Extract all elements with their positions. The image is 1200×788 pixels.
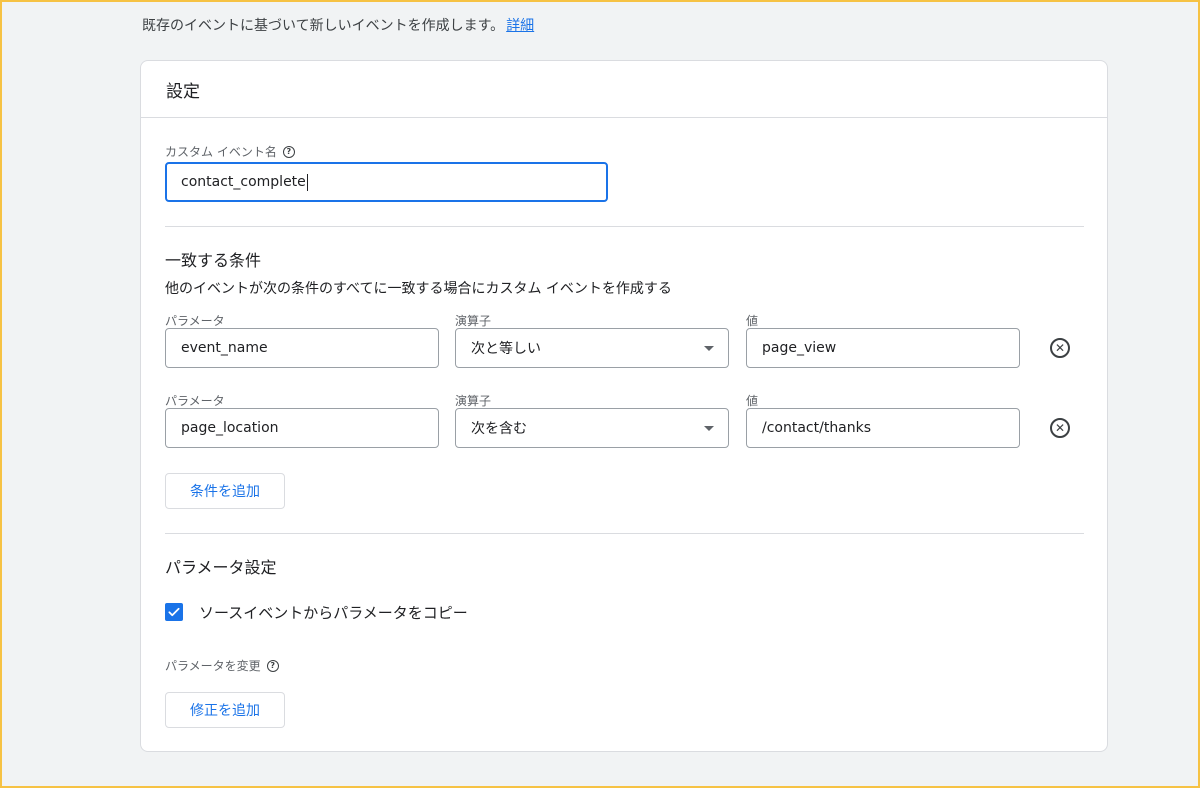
- operator-select-1[interactable]: 次と等しい: [455, 328, 729, 368]
- copy-parameters-label[interactable]: ソースイベントからパラメータをコピー: [199, 602, 468, 623]
- parameter-value-2: page_location: [181, 420, 279, 436]
- value-value-1: page_view: [762, 340, 837, 356]
- value-input-1[interactable]: page_view: [746, 328, 1020, 368]
- parameter-input-2[interactable]: page_location: [165, 408, 439, 448]
- parameter-settings-title: パラメータ設定: [165, 558, 277, 577]
- add-condition-button[interactable]: 条件を追加: [165, 473, 285, 509]
- text-caret: [306, 173, 308, 191]
- parameter-value-1: event_name: [181, 340, 268, 356]
- learn-more-link[interactable]: 詳細: [506, 18, 534, 34]
- operator-label-2: 演算子: [455, 394, 492, 408]
- operator-label-1: 演算子: [455, 314, 492, 328]
- parameter-label-1: パラメータ: [165, 314, 225, 328]
- intro-text: 既存のイベントに基づいて新しいイベントを作成します。 詳細: [142, 15, 534, 35]
- custom-event-name-label: カスタム イベント名 ?: [165, 143, 295, 160]
- modify-parameters-label-text: パラメータを変更: [165, 659, 261, 673]
- settings-card: 設定 カスタム イベント名 ? contact_complete 一致する条件 …: [140, 60, 1108, 752]
- remove-condition-button-2[interactable]: ✕: [1050, 418, 1070, 438]
- copy-parameters-checkbox[interactable]: [165, 603, 183, 621]
- add-modification-button[interactable]: 修正を追加: [165, 692, 285, 728]
- remove-circle-icon: ✕: [1054, 341, 1066, 355]
- parameter-label-2: パラメータ: [165, 394, 225, 408]
- conditions-description: 他のイベントが次の条件のすべてに一致する場合にカスタム イベントを作成する: [165, 281, 672, 297]
- help-circle-icon[interactable]: ?: [282, 145, 295, 158]
- remove-condition-button-1[interactable]: ✕: [1050, 338, 1070, 358]
- conditions-title: 一致する条件: [165, 251, 262, 270]
- value-label-1: 値: [746, 314, 759, 328]
- custom-event-name-label-text: カスタム イベント名: [165, 145, 277, 159]
- card-header: 設定: [141, 61, 1107, 118]
- custom-event-name-input[interactable]: contact_complete: [165, 162, 608, 202]
- dropdown-arrow-icon: [704, 426, 714, 431]
- card-title: 設定: [166, 81, 200, 102]
- value-label-2: 値: [746, 394, 759, 408]
- parameter-input-1[interactable]: event_name: [165, 328, 439, 368]
- operator-select-2[interactable]: 次を含む: [455, 408, 729, 448]
- operator-value-2: 次を含む: [471, 421, 527, 437]
- value-input-2[interactable]: /contact/thanks: [746, 408, 1020, 448]
- operator-value-1: 次と等しい: [471, 341, 541, 357]
- remove-circle-icon: ✕: [1054, 421, 1066, 435]
- intro-description: 既存のイベントに基づいて新しいイベントを作成します。: [142, 18, 505, 34]
- modify-parameters-label: パラメータを変更 ?: [165, 657, 279, 674]
- check-icon: [168, 607, 180, 617]
- dropdown-arrow-icon: [704, 346, 714, 351]
- help-circle-icon[interactable]: ?: [266, 659, 279, 672]
- custom-event-name-value: contact_complete: [181, 174, 306, 190]
- divider-2: [165, 533, 1084, 534]
- value-value-2: /contact/thanks: [762, 420, 872, 436]
- divider-1: [165, 226, 1084, 227]
